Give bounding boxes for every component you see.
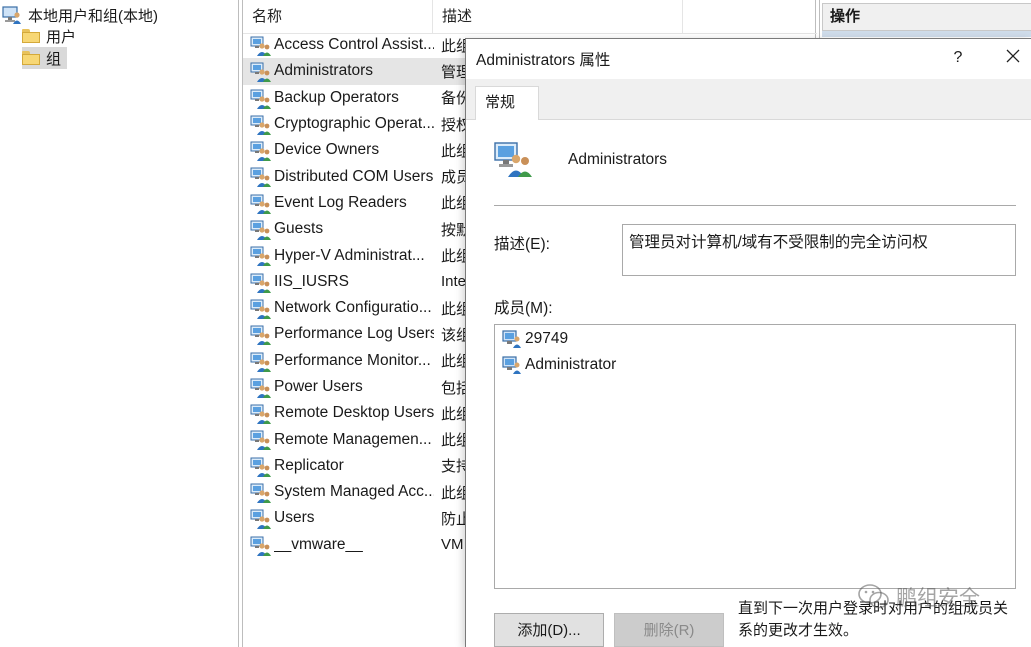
group-icon [250, 88, 272, 109]
group-icon [250, 482, 272, 504]
group-name-cell: Distributed COM Users [274, 167, 434, 185]
group-icon [250, 351, 272, 372]
group-icon [250, 272, 272, 293]
group-icon [250, 193, 272, 214]
close-icon [1006, 49, 1020, 63]
group-name-cell: Performance Monitor... [274, 351, 431, 369]
separator [494, 205, 1016, 206]
properties-dialog: Administrators 属性 ? 常规 Administrators 描述… [465, 38, 1031, 647]
group-name-cell: Replicator [274, 456, 344, 474]
group-icon [250, 35, 272, 56]
tree-item-label: 组 [46, 50, 62, 68]
group-icon [250, 324, 272, 346]
group-name-cell: IIS_IUSRS [274, 272, 349, 290]
group-icon [250, 429, 272, 451]
group-name-cell: __vmware__ [274, 535, 363, 553]
dialog-content: Administrators 描述(E): 管理员对计算机/域有不受限制的完全访… [466, 120, 1031, 647]
group-name-cell: Guests [274, 220, 324, 238]
list-header: 名称 描述 [243, 0, 817, 34]
tree-item-groups[interactable]: 组 [22, 47, 68, 69]
remove-button[interactable]: 删除(R) [614, 613, 724, 647]
group-icon [250, 377, 272, 398]
description-label: 描述(E): [494, 236, 550, 253]
group-icon [250, 535, 272, 556]
dialog-tabstrip: 常规 [466, 79, 1031, 121]
action-pane-header: 操作 [822, 3, 1031, 31]
help-button[interactable]: ? [944, 45, 972, 71]
group-name-cell: Hyper-V Administrat... [274, 246, 425, 264]
column-header-description[interactable]: 描述 [433, 0, 683, 34]
group-name: Administrators [568, 151, 668, 168]
group-icon [250, 166, 272, 188]
group-icon [250, 245, 272, 267]
group-icon [250, 114, 272, 135]
action-pane-bar[interactable] [822, 31, 1031, 37]
folder-icon [22, 29, 40, 43]
group-name-cell: Users [274, 509, 315, 527]
group-icon [250, 456, 272, 477]
group-name-cell: Cryptographic Operat... [274, 115, 434, 133]
column-header-name[interactable]: 名称 [243, 0, 433, 34]
member-name: 29749 [525, 330, 569, 347]
folder-icon [22, 51, 40, 65]
group-name-cell: Remote Desktop Users [274, 404, 434, 422]
group-name-cell: Administrators [274, 62, 374, 80]
tree-root[interactable]: 本地用户和组(本地) [2, 4, 158, 26]
tab-general[interactable]: 常规 [475, 86, 539, 121]
add-button[interactable]: 添加(D)... [494, 613, 604, 647]
member-name: Administrator [525, 356, 617, 373]
group-name-cell: Performance Log Users [274, 325, 434, 343]
members-label: 成员(M): [494, 300, 553, 317]
dialog-titlebar[interactable]: Administrators 属性 ? [466, 39, 1031, 79]
group-icon [250, 508, 272, 530]
group-name-cell: Remote Managemen... [274, 430, 432, 448]
dialog-title: Administrators 属性 [476, 52, 611, 69]
member-item[interactable]: 29749 [502, 330, 568, 348]
tree-item-label: 用户 [46, 28, 77, 46]
group-name-cell: Network Configuratio... [274, 299, 432, 317]
group-icon [250, 298, 272, 319]
group-name-cell: Device Owners [274, 141, 380, 159]
group-icon [250, 403, 272, 425]
description-field[interactable]: 管理员对计算机/域有不受限制的完全访问权 [622, 224, 1016, 276]
group-name-cell: Event Log Readers [274, 193, 407, 211]
tree-item-users[interactable]: 用户 [22, 25, 76, 47]
tree-pane: 本地用户和组(本地) 用户 组 [0, 0, 239, 647]
group-name-cell: Access Control Assist... [274, 36, 434, 54]
group-icon [250, 61, 272, 83]
group-icon [494, 142, 532, 177]
group-name-cell: System Managed Acc... [274, 483, 434, 501]
group-name-cell: Power Users [274, 378, 363, 395]
tree-root-label: 本地用户和组(本地) [28, 7, 158, 25]
user-icon [502, 330, 521, 348]
member-item[interactable]: Administrator [502, 356, 616, 374]
group-icon [250, 140, 272, 162]
close-button[interactable] [998, 45, 1028, 71]
group-name-cell: Backup Operators [274, 88, 399, 106]
watermark: 鹏组安全 [858, 582, 980, 612]
user-icon [502, 356, 521, 374]
watermark-text: 鹏组安全 [896, 587, 980, 610]
computer-users-icon [2, 6, 21, 24]
wechat-icon [858, 584, 889, 609]
members-list[interactable]: 29749 Administrator [494, 324, 1016, 589]
group-icon [250, 219, 272, 241]
